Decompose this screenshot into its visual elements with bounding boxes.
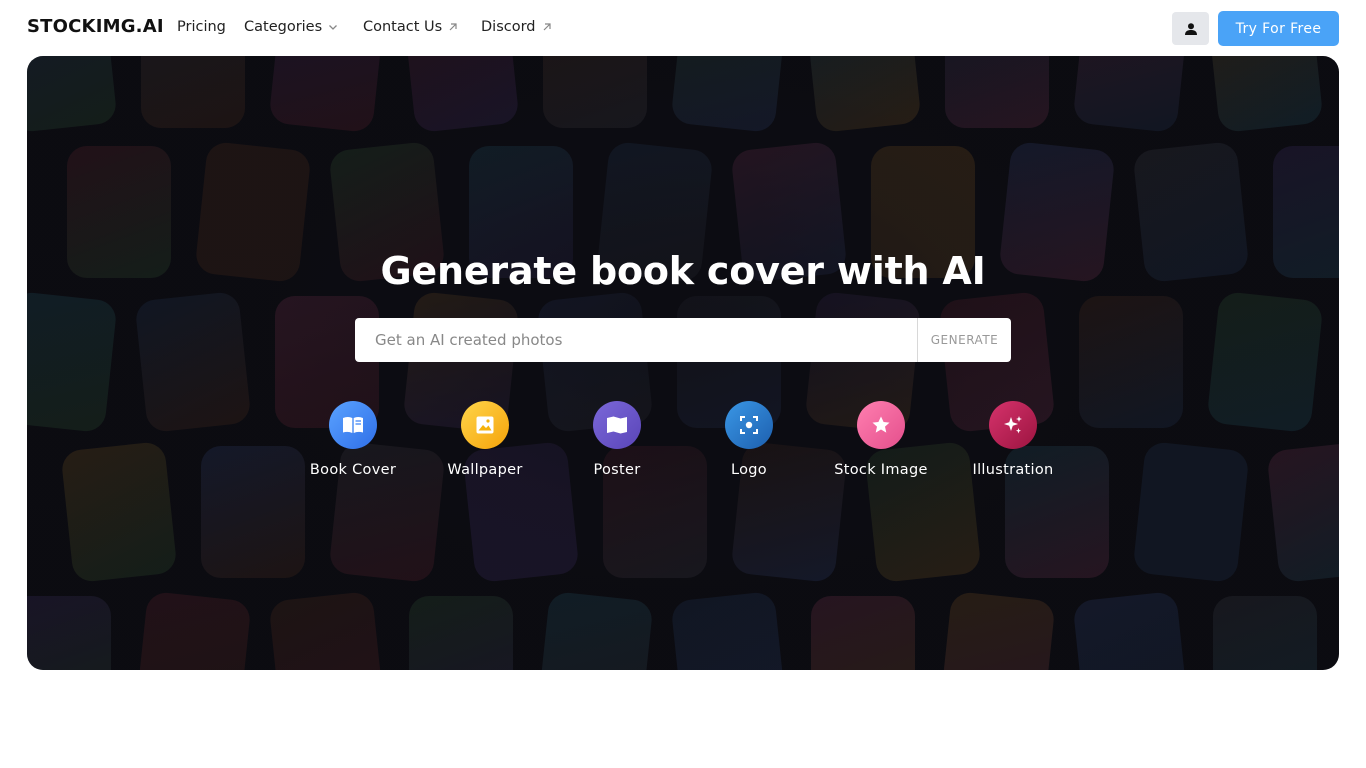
category-label: Illustration	[972, 462, 1054, 478]
user-account-button[interactable]	[1172, 12, 1209, 45]
map-icon	[607, 416, 627, 434]
hero-banner: Generate book cover with AI GENERATE Boo…	[27, 56, 1339, 670]
category-label: Poster	[593, 462, 641, 478]
category-book-cover[interactable]: Book Cover	[293, 401, 413, 478]
image-icon	[476, 416, 494, 434]
category-stock-image[interactable]: Stock Image	[821, 401, 941, 478]
hero-overlay	[27, 56, 1339, 670]
navbar: STOCKIMG.AI Pricing Categories Contact U…	[0, 0, 1366, 56]
category-poster[interactable]: Poster	[557, 401, 677, 478]
category-label: Wallpaper	[447, 462, 523, 478]
category-icon-circle	[857, 401, 905, 449]
category-list: Book Cover Wallpaper Poster Logo Stock I…	[27, 401, 1339, 491]
category-icon-circle	[461, 401, 509, 449]
nav-link-label: Categories	[244, 19, 323, 35]
nav-link-categories[interactable]: Categories	[244, 19, 339, 35]
star-icon	[872, 416, 890, 433]
generate-button[interactable]: GENERATE	[917, 318, 1011, 362]
nav-link-pricing[interactable]: Pricing	[177, 19, 226, 35]
category-icon-circle	[725, 401, 773, 449]
book-open-icon	[343, 417, 363, 433]
category-icon-circle	[329, 401, 377, 449]
user-icon	[1184, 22, 1197, 35]
sparkles-icon	[1004, 416, 1022, 434]
nav-link-label: Discord	[481, 19, 536, 35]
category-label: Book Cover	[309, 462, 397, 478]
search-bar: GENERATE	[355, 318, 1011, 362]
nav-link-contact[interactable]: Contact Us	[363, 19, 459, 35]
external-arrow-icon	[449, 23, 457, 31]
category-label: Stock Image	[834, 462, 928, 478]
category-icon-circle	[593, 401, 641, 449]
external-arrow-icon	[543, 23, 551, 31]
category-label: Logo	[731, 462, 767, 478]
category-logo[interactable]: Logo	[689, 401, 809, 478]
chevron-down-icon	[329, 25, 338, 30]
category-illustration[interactable]: Illustration	[953, 401, 1073, 478]
focus-icon	[740, 416, 758, 434]
try-for-free-button[interactable]: Try For Free	[1218, 11, 1339, 46]
hero-title: Generate book cover with AI	[380, 249, 986, 293]
site-logo[interactable]: STOCKIMG.AI	[27, 16, 164, 37]
search-input[interactable]	[355, 318, 917, 362]
nav-link-discord[interactable]: Discord	[481, 19, 553, 35]
nav-link-label: Pricing	[177, 19, 226, 35]
category-icon-circle	[989, 401, 1037, 449]
category-wallpaper[interactable]: Wallpaper	[425, 401, 545, 478]
nav-link-label: Contact Us	[363, 19, 443, 35]
